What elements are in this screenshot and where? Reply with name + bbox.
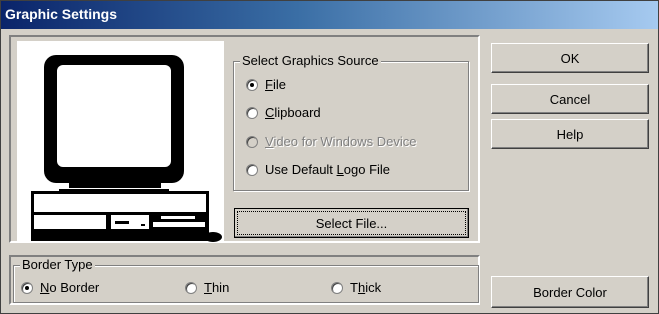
radio-source-default-logo-label: Use Default Logo File: [265, 162, 391, 177]
radio-source-clipboard[interactable]: Clipboard: [246, 105, 321, 120]
radio-border-none-label: No Border: [40, 280, 100, 295]
radio-indicator[interactable]: [21, 281, 33, 294]
radio-border-thick[interactable]: Thick: [331, 280, 381, 295]
graphic-preview: [17, 41, 224, 243]
radio-indicator[interactable]: [331, 281, 343, 294]
border-type-group-title: Border Type: [20, 257, 95, 272]
help-button[interactable]: Help: [491, 119, 649, 149]
radio-border-thin[interactable]: Thin: [185, 280, 229, 295]
radio-indicator: [246, 135, 258, 148]
radio-border-none[interactable]: No Border: [21, 280, 99, 295]
radio-border-thick-label: Thick: [350, 280, 382, 295]
radio-source-file[interactable]: File: [246, 77, 286, 92]
computer-monitor-icon: [31, 55, 222, 242]
select-file-button[interactable]: Select File...: [234, 208, 469, 238]
radio-source-file-label: File: [265, 77, 286, 92]
radio-indicator[interactable]: [246, 163, 258, 176]
radio-indicator[interactable]: [246, 78, 258, 91]
title-bar: Graphic Settings: [1, 1, 658, 29]
window-title: Graphic Settings: [5, 6, 118, 22]
radio-indicator[interactable]: [246, 106, 258, 119]
radio-source-default-logo[interactable]: Use Default Logo File: [246, 162, 390, 177]
radio-source-video-label: Video for Windows Device: [265, 134, 417, 149]
radio-source-clipboard-label: Clipboard: [265, 105, 321, 120]
graphic-settings-dialog: Graphic Settings Select Graphics Source …: [0, 0, 659, 314]
graphics-source-group-title: Select Graphics Source: [240, 53, 381, 68]
radio-source-video: Video for Windows Device: [246, 134, 417, 149]
border-color-button[interactable]: Border Color: [491, 276, 649, 308]
radio-indicator[interactable]: [185, 281, 197, 294]
ok-button[interactable]: OK: [491, 43, 649, 73]
cancel-button[interactable]: Cancel: [491, 84, 649, 114]
radio-border-thin-label: Thin: [204, 280, 230, 295]
